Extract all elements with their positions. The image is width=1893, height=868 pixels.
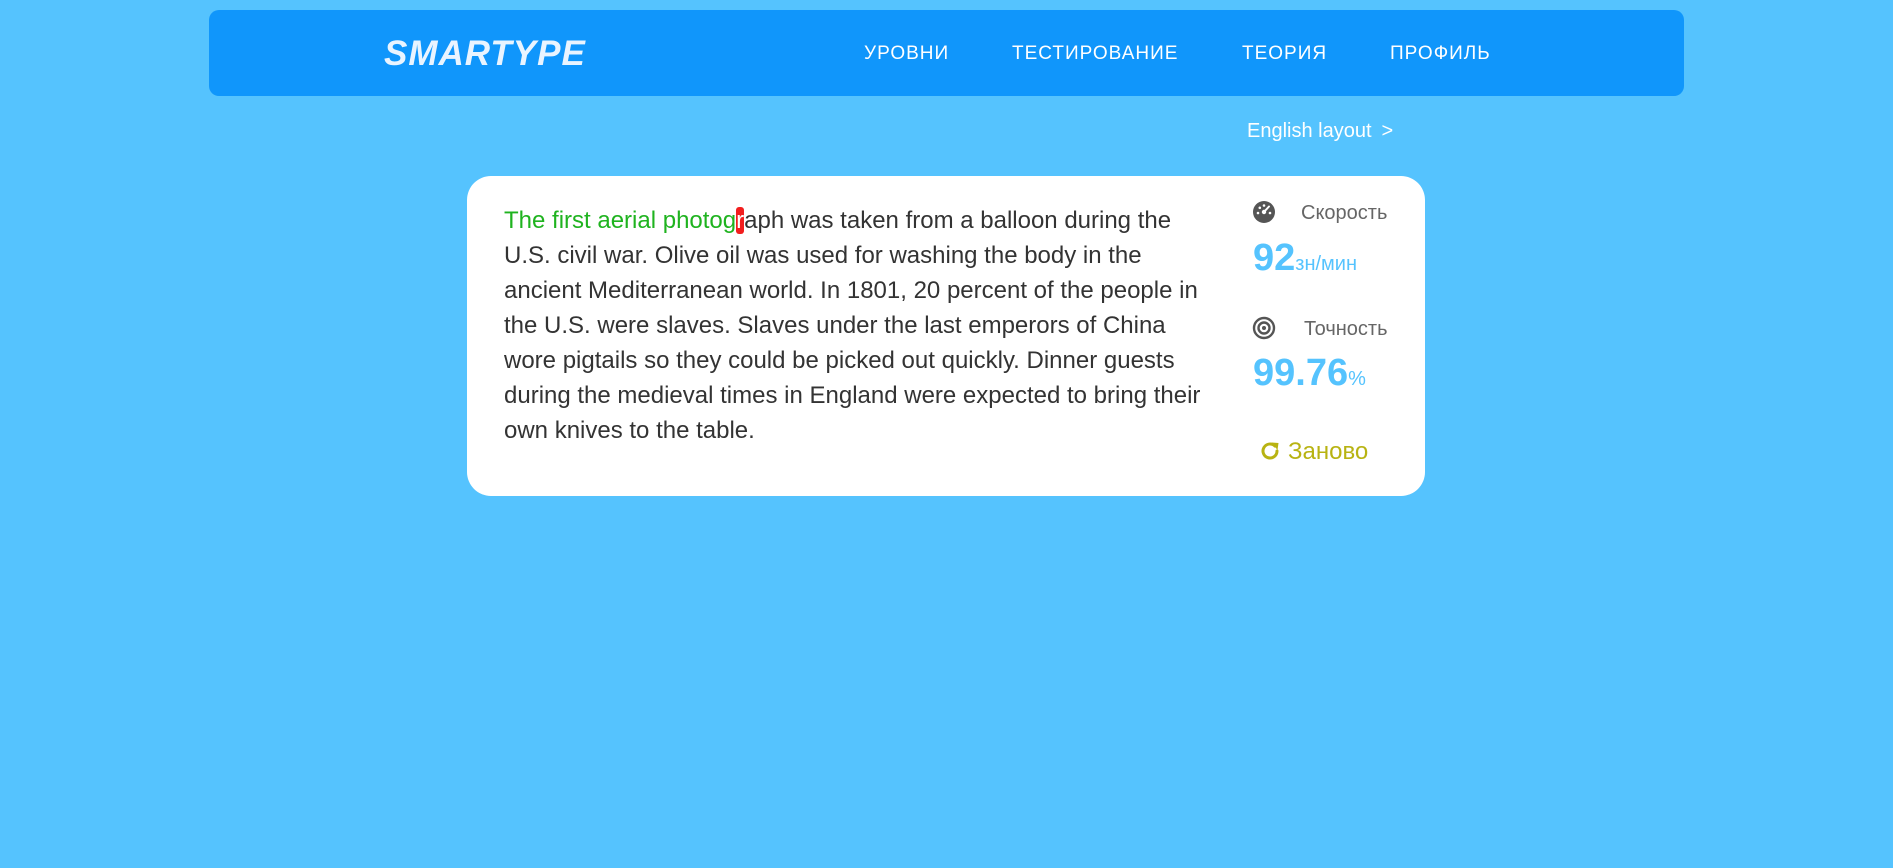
speed-label: Скорость <box>1301 202 1388 224</box>
remaining-text: aph was taken from a balloon during the … <box>504 207 1201 444</box>
speed-number: 92 <box>1253 237 1296 279</box>
restart-label: Заново <box>1288 438 1369 465</box>
layout-switch-label: English layout <box>1247 120 1372 142</box>
header-bar: SMARTYPE УРОВНИ ТЕСТИРОВАНИЕ ТЕОРИЯ ПРОФ… <box>209 10 1684 96</box>
layout-switch-link[interactable]: English layout > <box>1247 121 1393 141</box>
speed-value: 92зн/мин <box>1253 239 1357 277</box>
accuracy-value: 99.76% <box>1253 354 1366 392</box>
accuracy-label: Точность <box>1304 318 1388 340</box>
target-icon <box>1252 316 1276 340</box>
nav-levels[interactable]: УРОВНИ <box>864 44 949 63</box>
restart-button[interactable]: Заново <box>1258 439 1368 464</box>
chevron-right-icon: > <box>1381 120 1394 142</box>
current-char-cursor: r <box>736 207 745 234</box>
nav-theory[interactable]: ТЕОРИЯ <box>1242 44 1327 63</box>
speed-unit: зн/мин <box>1295 253 1358 275</box>
typing-text[interactable]: The first aerial photograph was taken fr… <box>504 203 1214 448</box>
nav-testing[interactable]: ТЕСТИРОВАНИЕ <box>1012 44 1178 63</box>
typing-card: The first aerial photograph was taken fr… <box>467 176 1425 496</box>
nav-profile[interactable]: ПРОФИЛЬ <box>1390 44 1491 63</box>
accuracy-unit: % <box>1348 368 1366 390</box>
speedometer-icon <box>1253 201 1275 223</box>
refresh-icon <box>1261 442 1279 460</box>
accuracy-number: 99.76 <box>1253 352 1349 394</box>
typed-text: The first aerial photog <box>504 207 737 234</box>
logo[interactable]: SMARTYPE <box>384 36 586 71</box>
